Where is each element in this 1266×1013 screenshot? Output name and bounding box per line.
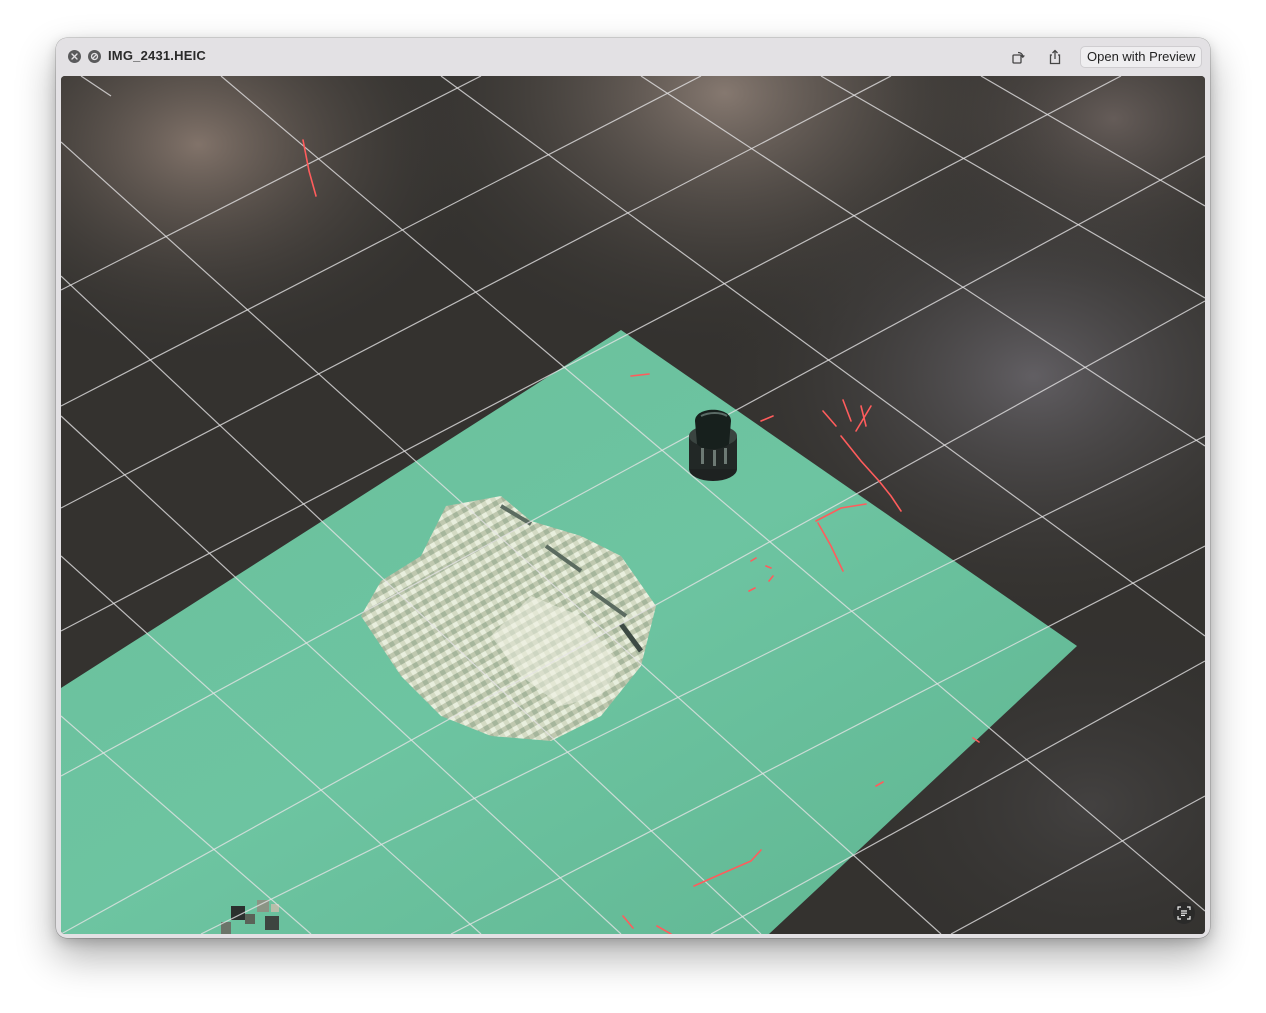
image-viewer [61,76,1205,934]
fullscreen-disabled-icon [90,52,99,61]
open-with-preview-button[interactable]: Open with Preview [1080,46,1203,68]
share-button[interactable] [1045,47,1065,67]
photo-image [61,76,1205,934]
rotate-icon [1012,51,1025,64]
live-text-button[interactable] [1173,902,1195,924]
live-text-icon [1177,906,1191,920]
close-icon [71,53,78,60]
window-title: IMG_2431.HEIC [108,48,206,63]
close-button[interactable] [68,50,81,63]
share-icon [1049,49,1061,65]
title-bar: IMG_2431.HEIC Open with Preview [56,38,1210,76]
fullscreen-button[interactable] [88,50,101,63]
robot-model [689,409,737,481]
quicklook-window: IMG_2431.HEIC Open with Preview [56,38,1210,938]
rotate-button[interactable] [1008,47,1028,67]
